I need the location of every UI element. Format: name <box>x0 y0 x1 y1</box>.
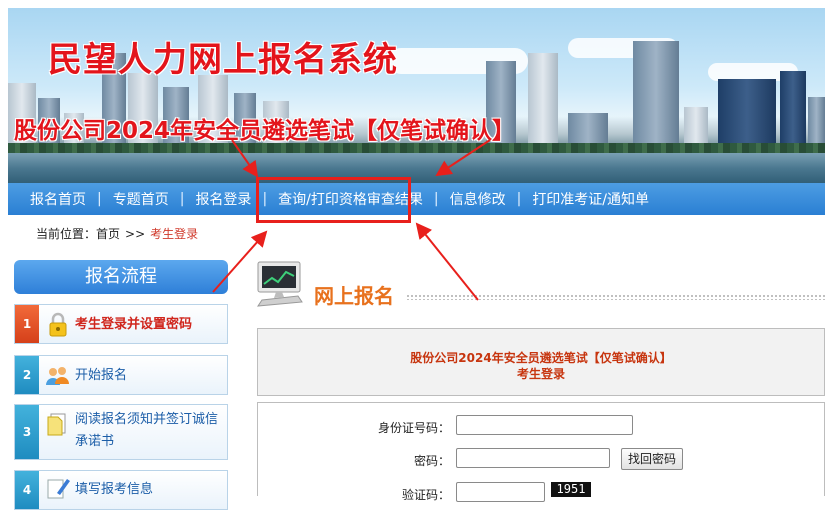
id-row: 身份证号码： <box>258 415 824 439</box>
sidebar-title: 报名流程 <box>14 260 228 294</box>
step-number: 3 <box>15 405 39 459</box>
forgot-password-button[interactable]: 找回密码 <box>621 448 684 470</box>
captcha-label: 验证码： <box>401 488 450 502</box>
exam-title: 股份公司2024年安全员遴选笔试【仅笔试确认】 <box>14 118 516 144</box>
sidebar-step-start[interactable]: 2 开始报名 <box>14 355 228 395</box>
main-nav: 报名首页 | 专题首页 | 报名登录 | 查询/打印资格审查结果 | 信息修改 … <box>8 183 825 215</box>
breadcrumb-current: 考生登录 <box>150 227 199 241</box>
nav-separator: | <box>97 191 102 207</box>
step-label: 开始报名 <box>75 368 128 383</box>
lock-icon <box>49 312 67 337</box>
users-icon <box>46 367 69 385</box>
dotted-divider <box>406 294 825 300</box>
section-title: 网上报名 <box>314 284 394 308</box>
captcha-image[interactable]: 1951 <box>551 482 591 497</box>
notice-panel: 股份公司2024年安全员遴选笔试【仅笔试确认】 考生登录 <box>257 328 825 396</box>
sidebar-step-login[interactable]: 1 考生登录并设置密码 <box>14 304 228 344</box>
nav-item-topic-home[interactable]: 专题首页 <box>113 189 169 209</box>
notice-exam-title: 股份公司2024年安全员遴选笔试【仅笔试确认】 <box>410 351 672 365</box>
password-label: 密码： <box>413 454 450 468</box>
nav-item-edit-info[interactable]: 信息修改 <box>450 189 506 209</box>
breadcrumb: 当前位置：首页 >> 考生登录 <box>36 225 198 242</box>
captcha-row: 验证码： 1951 <box>258 482 824 506</box>
breadcrumb-home[interactable]: 首页 <box>96 227 120 241</box>
section-header: 网上报名 <box>254 256 825 312</box>
document-icon <box>47 413 66 436</box>
monitor-icon <box>257 261 303 307</box>
step-number: 4 <box>15 471 39 509</box>
nav-item-admission-ticket[interactable]: 打印准考证/通知单 <box>532 189 649 209</box>
sidebar-step-fill-info[interactable]: 4 填写报考信息 <box>14 470 228 510</box>
login-form: 身份证号码： 密码： 找回密码 验证码： 1951 <box>257 402 825 502</box>
nav-separator: | <box>179 191 185 207</box>
step-label: 考生登录并设置密码 <box>75 317 193 332</box>
notice-login-label: 考生登录 <box>516 367 565 381</box>
password-input[interactable] <box>456 448 610 468</box>
step-number: 2 <box>15 356 39 394</box>
step-label: 阅读报名须知并签订诚信承诺书 <box>75 412 219 449</box>
sidebar-step-read-notice[interactable]: 3 阅读报名须知并签订诚信承诺书 <box>14 404 228 460</box>
annotation-highlight-box <box>256 177 411 223</box>
breadcrumb-prefix: 当前位置： <box>36 227 97 241</box>
site-title: 民望人力网上报名系统 <box>48 40 398 80</box>
edit-icon <box>47 479 70 499</box>
id-label: 身份证号码： <box>377 421 450 435</box>
step-label: 填写报考信息 <box>75 482 154 497</box>
password-row: 密码： 找回密码 <box>258 448 824 472</box>
step-number: 1 <box>15 305 39 343</box>
id-number-input[interactable] <box>456 415 633 435</box>
captcha-input[interactable] <box>456 482 545 502</box>
header-banner: 民望人力网上报名系统 股份公司2024年安全员遴选笔试【仅笔试确认】 <box>8 8 825 183</box>
nav-item-home[interactable]: 报名首页 <box>30 189 86 209</box>
nav-item-login[interactable]: 报名登录 <box>195 189 251 209</box>
nav-separator: | <box>516 191 522 207</box>
breadcrumb-arrow: >> <box>125 227 146 241</box>
nav-separator: | <box>433 191 439 207</box>
